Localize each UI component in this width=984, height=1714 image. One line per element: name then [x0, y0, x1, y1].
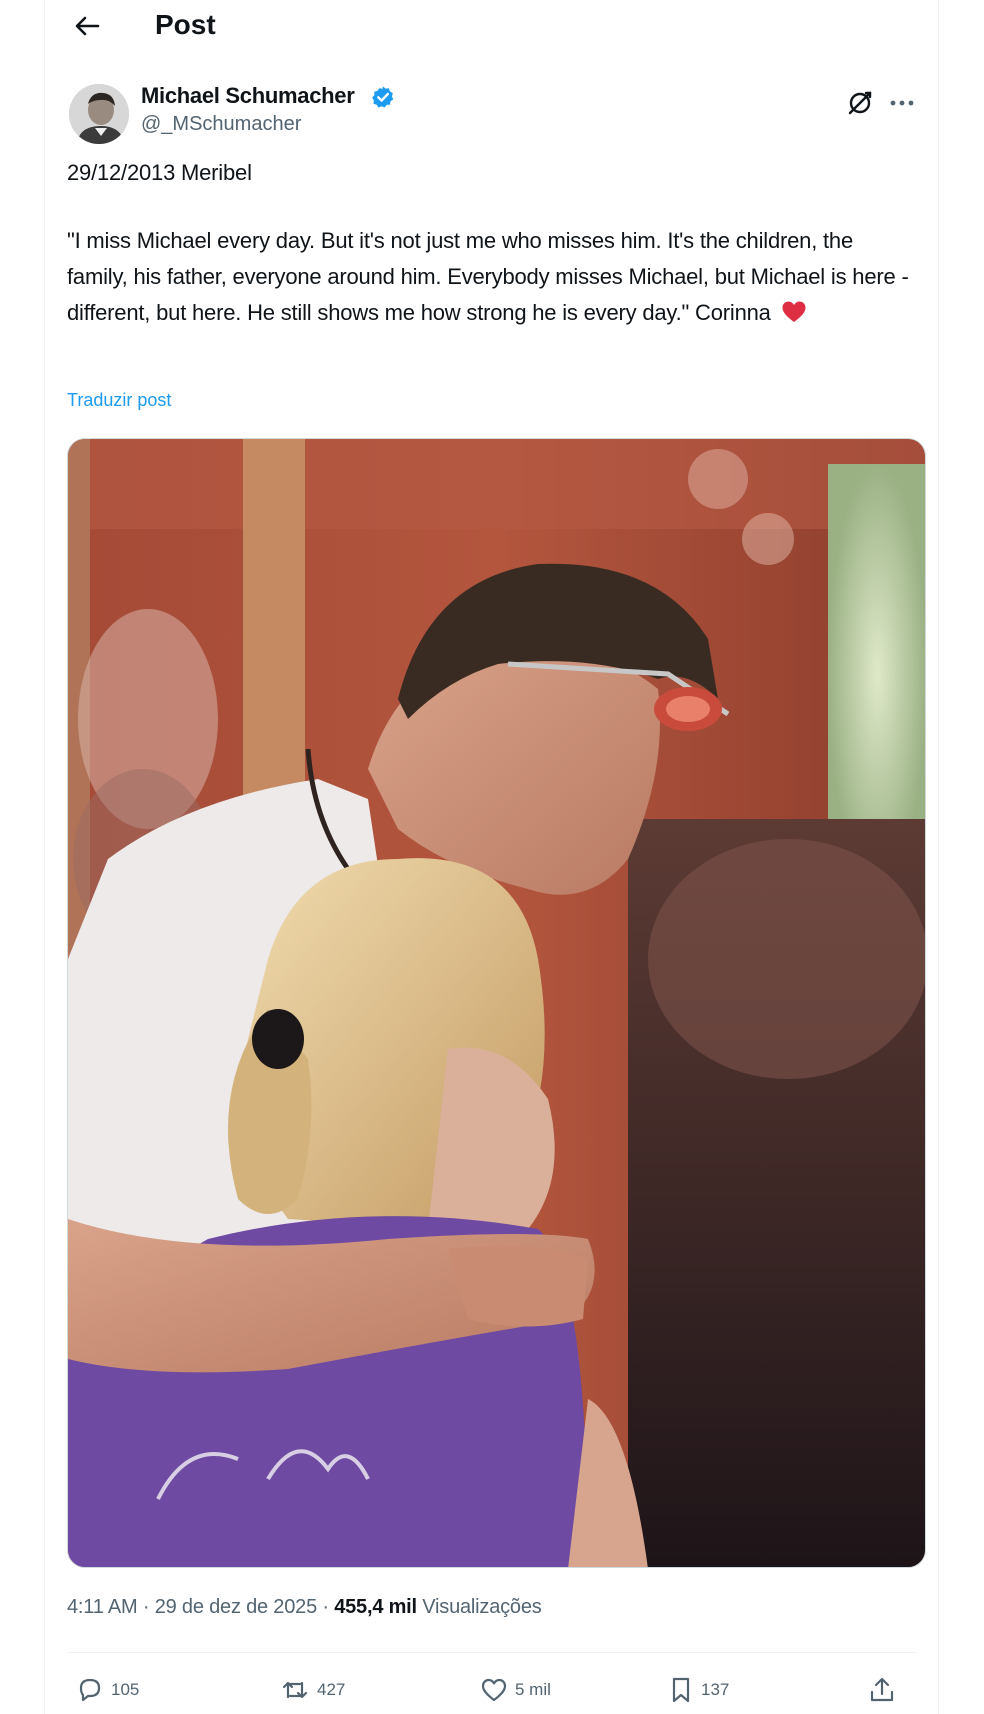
reply-count: 105 [111, 1680, 140, 1699]
like-count: 5 mil [515, 1680, 551, 1699]
red-heart-icon [782, 301, 806, 322]
post-meta: 4:11 AM · 29 de dez de 2025 · 455,4 mil … [67, 1596, 542, 1618]
heart-icon [481, 1678, 507, 1702]
back-button[interactable] [67, 8, 107, 44]
grok-button[interactable] [845, 88, 875, 118]
avatar[interactable] [69, 84, 129, 144]
repost-button[interactable]: 427 [279, 1672, 345, 1708]
like-button[interactable]: 5 mil [479, 1672, 551, 1708]
tweet-line-date: 29/12/2013 Meribel [67, 160, 252, 185]
tweet-quote: "I miss Michael every day. But it's not … [67, 223, 917, 331]
top-bar: Post [45, 0, 938, 52]
divider [67, 1652, 917, 1653]
bookmark-button[interactable]: 137 [667, 1672, 729, 1708]
views-count: 455,4 mil [334, 1596, 417, 1618]
bookmark-count: 137 [701, 1680, 730, 1699]
post-column: Post Michael Schumacher @_MSchumacher 29… [44, 0, 939, 1714]
author-handle[interactable]: @_MSchumacher [141, 113, 301, 136]
share-button[interactable] [867, 1672, 897, 1708]
reply-icon [79, 1678, 101, 1702]
views-label: Visualizações [416, 1596, 542, 1618]
arrow-left-icon [75, 16, 100, 36]
bookmark-icon [672, 1677, 690, 1703]
repost-icon [282, 1681, 308, 1699]
translate-post-link[interactable]: Traduzir post [67, 390, 171, 411]
author-name[interactable]: Michael Schumacher [141, 83, 355, 109]
repost-count: 427 [317, 1680, 346, 1699]
more-dots-icon [890, 100, 914, 106]
share-icon [870, 1677, 894, 1702]
post-header: Michael Schumacher @_MSchumacher [45, 78, 938, 148]
more-options-button[interactable] [885, 88, 919, 118]
post-time[interactable]: 4:11 AM [67, 1596, 138, 1618]
post-photo[interactable] [67, 438, 926, 1568]
tweet-text: 29/12/2013 Meribel "I miss Michael every… [67, 155, 917, 331]
page-title: Post [155, 9, 216, 40]
grok-icon [848, 91, 872, 115]
action-bar: 105 427 5 mil 137 [67, 1672, 917, 1708]
post-date[interactable]: 29 de dez de 2025 [155, 1596, 318, 1618]
verified-badge-icon [371, 85, 395, 109]
reply-button[interactable]: 105 [75, 1672, 139, 1708]
